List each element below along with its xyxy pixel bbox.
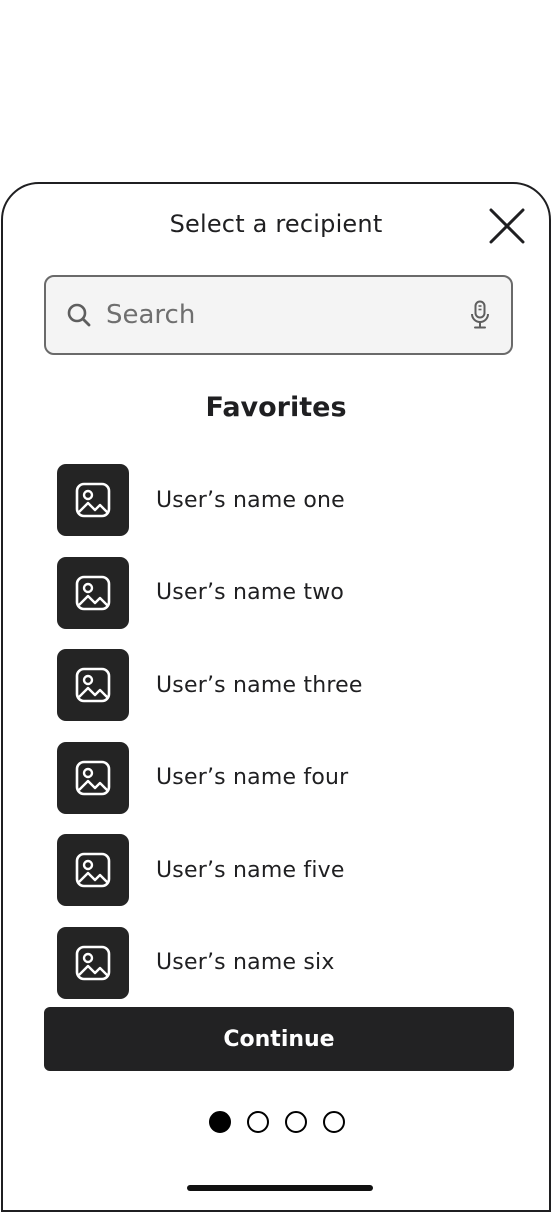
favorite-name: User’s name five (156, 857, 345, 883)
avatar (57, 926, 129, 999)
favorite-name: User’s name six (156, 950, 335, 975)
favorites-list: User’s name one User’s name two User’s n… (57, 464, 497, 1019)
pagination-dots (3, 1111, 549, 1133)
recipient-sheet: Select a recipient Favorites (1, 182, 551, 1212)
image-placeholder-icon (75, 945, 111, 980)
favorite-item-5[interactable]: User’s name five (57, 834, 497, 906)
search-icon (64, 300, 94, 330)
search-input[interactable] (94, 284, 465, 346)
page-dot-1[interactable] (208, 1111, 231, 1133)
favorites-heading: Favorites (205, 392, 347, 423)
image-placeholder-icon (75, 760, 111, 795)
avatar (57, 649, 129, 721)
page-dot-3[interactable] (284, 1111, 307, 1133)
close-icon (489, 208, 525, 244)
sheet-title: Select a recipient (169, 210, 383, 238)
continue-button[interactable]: Continue (44, 1007, 514, 1071)
image-placeholder-icon (75, 482, 111, 518)
favorite-name: User’s name three (156, 672, 363, 698)
page-dot-2[interactable] (246, 1111, 269, 1133)
avatar (57, 464, 129, 536)
avatar (57, 556, 129, 629)
close-button[interactable] (487, 206, 527, 246)
favorite-name: User’s name four (156, 765, 349, 790)
page-dot-4[interactable] (322, 1111, 345, 1133)
search-bar[interactable] (44, 275, 513, 355)
favorite-item-6[interactable]: User’s name six (57, 926, 497, 999)
favorite-item-2[interactable]: User’s name two (57, 556, 497, 629)
image-placeholder-icon (75, 575, 111, 610)
favorite-item-4[interactable]: User’s name four (57, 741, 497, 814)
home-indicator[interactable] (187, 1185, 373, 1191)
favorite-item-1[interactable]: User’s name one (57, 464, 497, 536)
favorite-item-3[interactable]: User’s name three (57, 649, 497, 721)
image-placeholder-icon (75, 667, 111, 703)
microphone-icon[interactable] (465, 298, 495, 332)
favorite-name: User’s name two (156, 580, 345, 605)
avatar (57, 834, 129, 906)
avatar (57, 741, 129, 814)
image-placeholder-icon (75, 852, 111, 888)
favorite-name: User’s name one (156, 487, 345, 513)
